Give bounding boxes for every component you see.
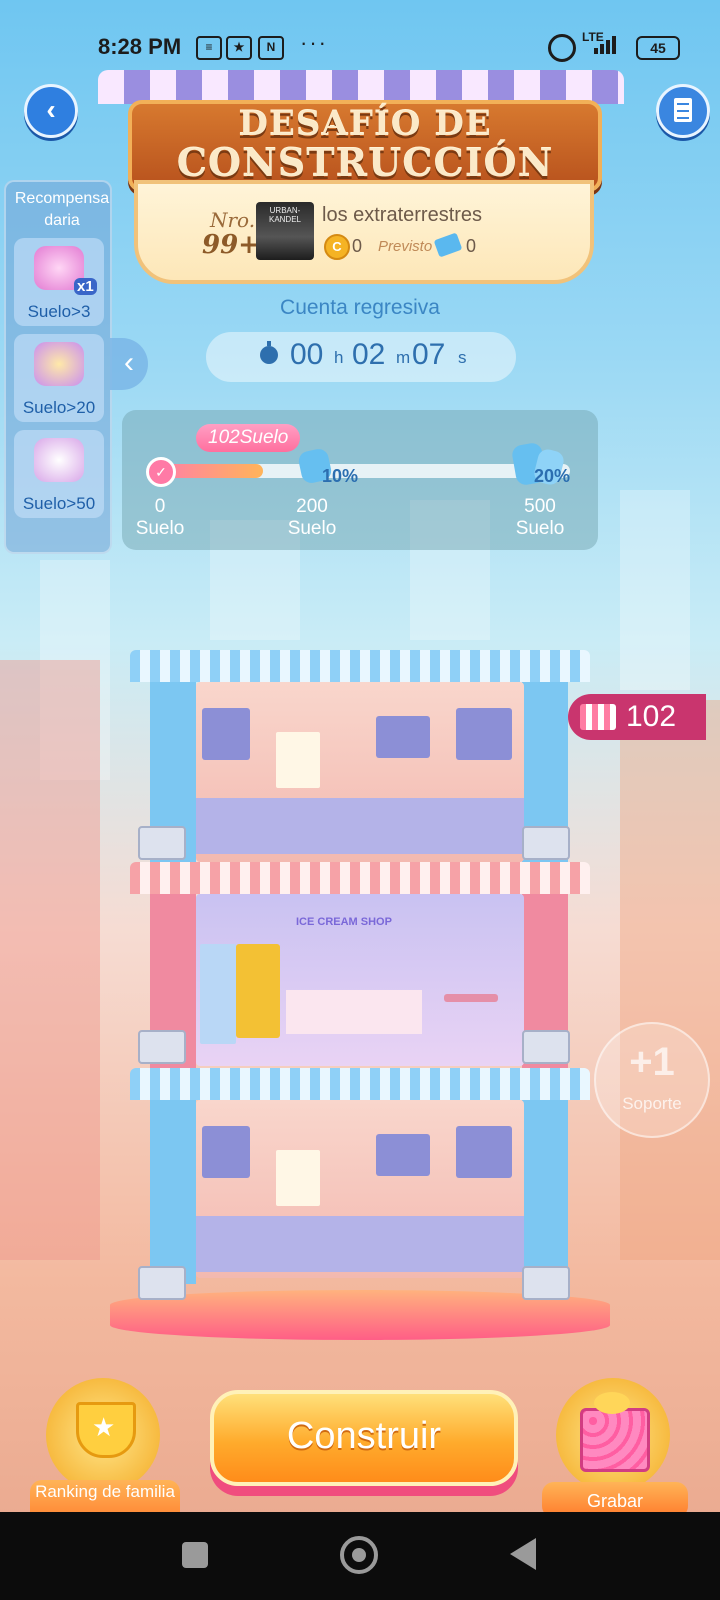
- awning-blue: [130, 650, 590, 682]
- milestone-value: 0: [154, 496, 166, 517]
- floors-count: 102: [626, 700, 677, 733]
- reward-label: Suelo>20: [22, 398, 96, 417]
- coin-value: 0: [352, 236, 363, 256]
- milestone-200: 200 Suelo: [272, 496, 352, 540]
- background-building: [0, 660, 100, 1260]
- milestone-unit: Suelo: [135, 518, 185, 539]
- countdown-seconds: 07: [412, 338, 446, 371]
- family-avatar[interactable]: URBAN-KANDEL: [256, 202, 314, 260]
- background-building: [620, 490, 690, 690]
- milestone-unit: Suelo: [515, 518, 565, 539]
- gift-icon: [580, 1408, 650, 1472]
- reward-label: Suelo>50: [22, 494, 96, 513]
- milestone-value: 200: [296, 496, 328, 517]
- ranking-button[interactable]: ★: [46, 1378, 160, 1492]
- vehicle-reward-icon: [34, 438, 84, 482]
- air-conditioner: [138, 1030, 186, 1064]
- app-notification-icon-2: N: [258, 36, 284, 60]
- air-conditioner: [138, 826, 186, 860]
- event-title-line2: CONSTRUCCIÓN: [176, 140, 554, 185]
- awning-blue: [130, 1068, 590, 1100]
- message-icon: ≡: [196, 36, 222, 60]
- star-icon: ★: [92, 1412, 116, 1442]
- kitchen-room: [196, 682, 524, 862]
- air-conditioner: [522, 1030, 570, 1064]
- battery-icon: 45: [636, 36, 680, 60]
- support-plus: +1: [629, 1040, 675, 1084]
- hours-unit: h: [334, 348, 344, 367]
- awning-pink: [130, 862, 590, 894]
- countdown-label: Cuenta regresiva: [280, 296, 440, 319]
- daily-reward-panel: Recompensa daria x1 Suelo>3 Suelo>20 Sue…: [4, 180, 112, 554]
- countdown-minutes: 02: [352, 338, 386, 371]
- support-label: Soporte: [622, 1094, 682, 1113]
- milestone-500: 500 Suelo: [500, 496, 580, 540]
- floor-progress-panel: 102Suelo ✓ 10% 20% 0 Suelo 200 Suelo 500…: [122, 410, 598, 550]
- ticket-value: 0: [466, 236, 477, 256]
- back-button[interactable]: ‹: [24, 84, 78, 138]
- ice-cream-shop-room: ICE CREAM SHOP: [196, 894, 524, 1066]
- back-nav-icon[interactable]: [510, 1538, 536, 1570]
- coin-icon: C: [324, 234, 350, 260]
- ticket-icon: [433, 232, 463, 258]
- family-name: los extraterrestres: [322, 204, 483, 226]
- build-button[interactable]: Construir: [210, 1390, 518, 1486]
- family-rank-card: Nro. 99+ URBAN-KANDEL los extraterrestre…: [134, 180, 594, 284]
- record-button[interactable]: [556, 1378, 670, 1492]
- floors-count-badge: 102: [568, 694, 706, 740]
- home-icon[interactable]: [340, 1536, 378, 1574]
- current-floor-badge: 102Suelo: [196, 424, 301, 452]
- recent-apps-icon[interactable]: [182, 1542, 208, 1568]
- background-building: [620, 700, 720, 1260]
- reward-quantity: x1: [74, 278, 97, 295]
- system-nav-bar: [0, 1512, 720, 1600]
- pillar: [150, 1100, 196, 1284]
- signal-icon: [594, 36, 618, 54]
- kitchen-room: [196, 1100, 524, 1278]
- event-title-line1: DESAFÍO DE: [238, 104, 492, 144]
- seconds-unit: s: [458, 348, 467, 367]
- previsto-label: Previsto: [378, 238, 433, 255]
- progress-check-icon: ✓: [146, 457, 176, 487]
- milestone-bonus: 20%: [534, 466, 571, 486]
- building-illustration[interactable]: ICE CREAM SHOP: [110, 650, 610, 1340]
- countdown-hours: 00: [290, 338, 324, 371]
- rank-label: Nro.: [210, 208, 256, 232]
- stopwatch-icon: [260, 341, 278, 364]
- minutes-unit: m: [396, 348, 411, 367]
- daily-reward-title: Recompensa daria: [14, 190, 110, 229]
- milestone-value: 500: [524, 496, 556, 517]
- crown-frame-reward-icon: [34, 342, 84, 386]
- rank-value: 99+: [202, 230, 260, 260]
- shop-icon: [580, 704, 616, 730]
- air-conditioner: [138, 1266, 186, 1300]
- sign-awning: [98, 70, 624, 104]
- alarm-icon: [548, 34, 576, 62]
- more-notifications-icon: ···: [300, 30, 328, 55]
- milestone-0: 0 Suelo: [120, 496, 200, 540]
- countdown-timer: 00 h 02 m 07 s: [206, 332, 516, 382]
- app-notification-icon: ★: [226, 36, 252, 60]
- rules-button[interactable]: [656, 84, 710, 138]
- milestone-unit: Suelo: [287, 518, 337, 539]
- milestone-bonus: 10%: [322, 466, 359, 486]
- event-title-sign: DESAFÍO DE CONSTRUCCIÓN: [128, 100, 602, 192]
- air-conditioner: [522, 826, 570, 860]
- support-button[interactable]: +1 Soporte: [594, 1022, 710, 1138]
- pillar: [522, 1100, 568, 1284]
- document-icon: [674, 98, 692, 122]
- reward-item-suelo-20[interactable]: Suelo>20: [14, 334, 104, 422]
- gift-bow-icon: [594, 1392, 630, 1414]
- status-time: 8:28 PM: [98, 34, 182, 59]
- reward-item-suelo-50[interactable]: Suelo>50: [14, 430, 104, 518]
- air-conditioner: [522, 1266, 570, 1300]
- collapse-panel-button[interactable]: ‹: [110, 338, 148, 390]
